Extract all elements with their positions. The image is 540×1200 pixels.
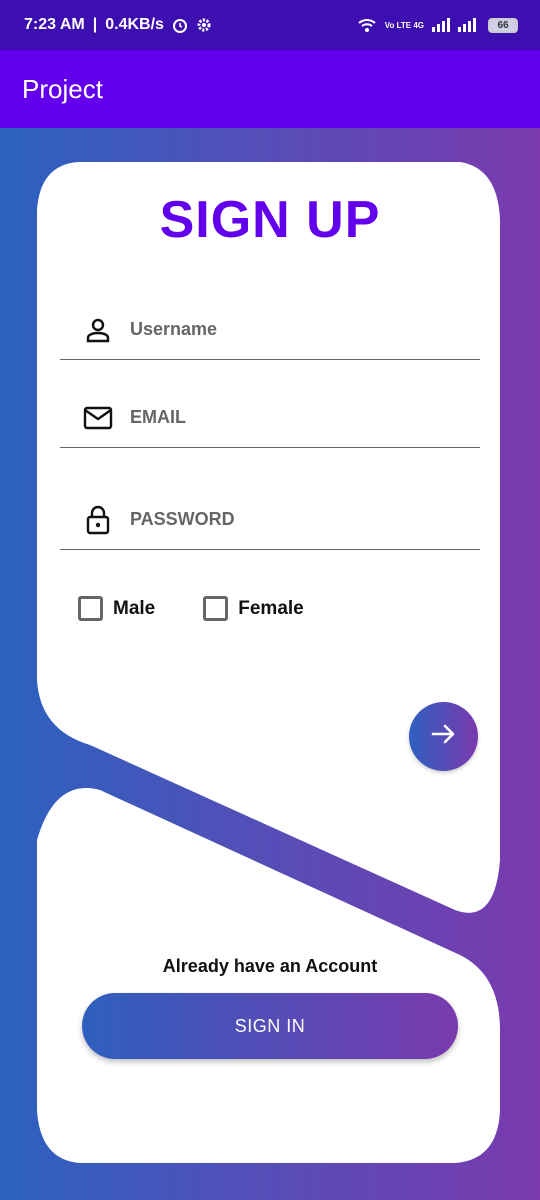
arrow-right-icon <box>431 723 457 750</box>
mail-icon <box>60 406 130 430</box>
sign-in-button[interactable]: SIGN IN <box>82 993 458 1059</box>
signup-heading: SIGN UP <box>159 191 381 249</box>
already-account-text: Already have an Account <box>162 956 378 976</box>
username-placeholder: Username <box>130 319 218 339</box>
female-checkbox[interactable]: Female <box>203 596 304 621</box>
lock-icon <box>60 505 130 535</box>
male-checkbox[interactable]: Male <box>78 596 155 621</box>
male-label: Male <box>113 597 156 619</box>
password-field[interactable]: PASSWORD <box>60 490 480 550</box>
email-field[interactable]: EMAIL <box>60 388 480 448</box>
checkbox-box[interactable] <box>78 596 103 621</box>
person-icon <box>60 317 130 343</box>
checkbox-box[interactable] <box>203 596 229 621</box>
gender-options: Male Female <box>78 596 304 621</box>
email-placeholder: EMAIL <box>130 407 186 427</box>
username-field[interactable]: Username <box>60 300 480 360</box>
password-placeholder: PASSWORD <box>130 509 235 529</box>
submit-button[interactable] <box>409 702 478 771</box>
female-label: Female <box>238 597 304 619</box>
